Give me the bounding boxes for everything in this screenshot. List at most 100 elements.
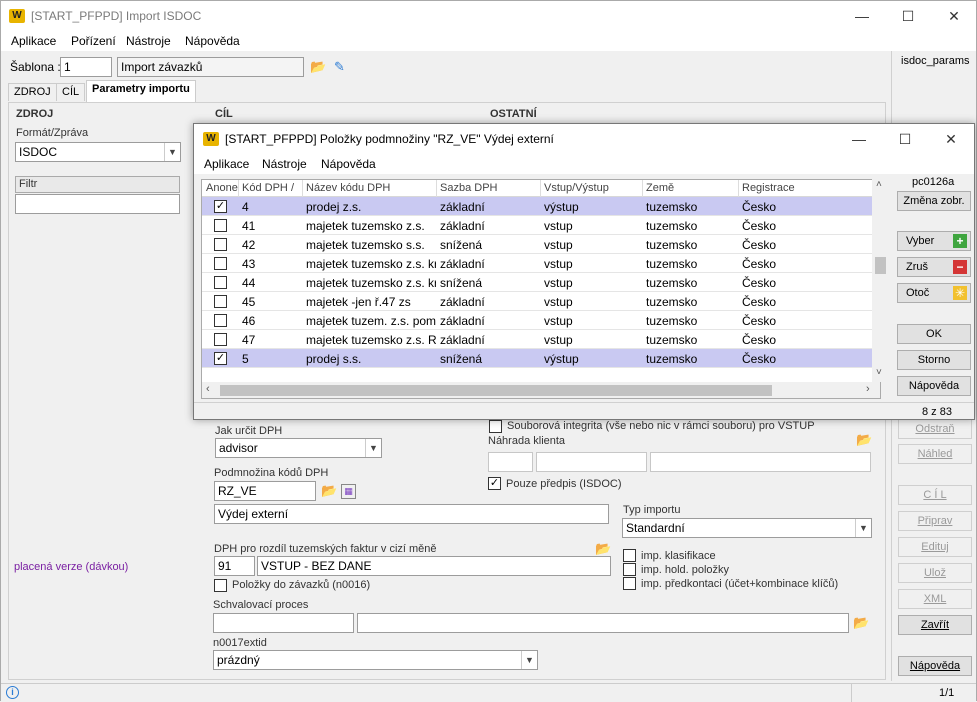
dialog-close-button[interactable]: ✕: [928, 124, 974, 154]
tab-cil[interactable]: CÍL: [56, 83, 86, 101]
tab-parametry-importu[interactable]: Parametry importu: [86, 80, 196, 102]
select-all-button[interactable]: Vyber +: [897, 231, 971, 251]
prepare-button[interactable]: Připrav: [898, 511, 972, 531]
extid-select[interactable]: prázdný ▼: [213, 650, 538, 670]
open-folder-icon[interactable]: 📂: [853, 616, 869, 629]
help-button[interactable]: Nápověda: [898, 656, 972, 676]
edit-pencil-icon[interactable]: ✎: [334, 59, 345, 75]
foreign-dph-name-input[interactable]: VSTUP - BEZ DANE: [257, 556, 611, 576]
approval-input-1[interactable]: [213, 613, 354, 633]
open-folder-icon[interactable]: 📂: [595, 542, 611, 555]
xml-button[interactable]: XML: [898, 589, 972, 609]
vertical-scroll-thumb[interactable]: [875, 257, 886, 274]
row-checkbox[interactable]: ✓: [214, 200, 227, 213]
template-number-input[interactable]: 1: [60, 57, 112, 77]
chevron-down-icon[interactable]: ▼: [521, 651, 537, 669]
dialog-maximize-button[interactable]: ☐: [882, 124, 928, 154]
horizontal-scroll-thumb[interactable]: [220, 385, 772, 396]
row-checkbox[interactable]: [214, 238, 227, 251]
client-replace-input-1[interactable]: [488, 452, 533, 472]
client-replace-input-3[interactable]: [650, 452, 871, 472]
table-row[interactable]: 43 majetek tuzemsko z.s. kráceně základní v…: [202, 254, 872, 273]
dialog-menu-nastroje[interactable]: Nástroje: [262, 157, 307, 171]
close-form-button[interactable]: Zavřít: [898, 615, 972, 635]
invert-selection-button[interactable]: Otoč ✳: [897, 283, 971, 303]
row-checkbox[interactable]: [214, 257, 227, 270]
table-row[interactable]: 41 majetek tuzemsko z.s. základní vstup tuze…: [202, 216, 872, 235]
import-type-select[interactable]: Standardní ▼: [622, 518, 872, 538]
chevron-down-icon[interactable]: ▼: [164, 143, 180, 161]
menu-aplikace[interactable]: Aplikace: [11, 34, 56, 48]
imp-klasifikace-checkbox[interactable]: [623, 549, 636, 562]
scroll-down-icon[interactable]: ˅: [876, 367, 882, 378]
table-row[interactable]: 44 majetek tuzemsko z.s. kráceně snížená vs…: [202, 273, 872, 292]
table-row[interactable]: 45 majetek -jen ř.47 zs základní vstup tuzem…: [202, 292, 872, 311]
chevron-down-icon[interactable]: ▼: [855, 519, 871, 537]
menu-nastroje[interactable]: Nástroje: [126, 34, 171, 48]
col-anone[interactable]: Anone: [206, 182, 238, 194]
col-kod-dph[interactable]: Kód DPH: [242, 182, 288, 194]
deselect-all-button[interactable]: Zruš −: [897, 257, 971, 277]
col-nazev[interactable]: Název kódu DPH: [306, 182, 390, 194]
table-row[interactable]: 42 majetek tuzemsko s.s. snížená vstup tuzem…: [202, 235, 872, 254]
client-replace-input-2[interactable]: [536, 452, 647, 472]
open-folder-icon[interactable]: 📂: [856, 433, 872, 446]
menu-porizeni[interactable]: Pořízení: [71, 34, 116, 48]
close-button[interactable]: ✕: [931, 1, 977, 31]
template-name-input[interactable]: Import závazků: [117, 57, 304, 77]
row-checkbox[interactable]: ✓: [214, 352, 227, 365]
foreign-dph-code-input[interactable]: 91: [214, 556, 255, 576]
edit-button[interactable]: Edituj: [898, 537, 972, 557]
dph-subset-name-input[interactable]: Výdej externí: [214, 504, 609, 524]
col-registrace[interactable]: Registrace: [742, 182, 795, 194]
scroll-right-icon[interactable]: ›: [866, 383, 870, 395]
target-button[interactable]: C Í L: [898, 485, 972, 505]
cell-rate: základní: [440, 333, 485, 347]
row-checkbox[interactable]: [214, 314, 227, 327]
row-checkbox[interactable]: [214, 276, 227, 289]
table-row[interactable]: 46 majetek tuzem. z.s. pomě základní vstup t…: [202, 311, 872, 330]
menu-napoveda[interactable]: Nápověda: [185, 34, 240, 48]
dph-subset-code-input[interactable]: RZ_VE: [214, 481, 316, 501]
dialog-minimize-button[interactable]: —: [836, 124, 882, 154]
grid-palette-icon[interactable]: ▦: [341, 484, 356, 499]
storno-button[interactable]: Storno: [897, 350, 971, 370]
integrity-checkbox[interactable]: [489, 420, 502, 433]
ok-button[interactable]: OK: [897, 324, 971, 344]
dph-method-select[interactable]: advisor ▼: [215, 438, 382, 458]
vertical-scrollbar[interactable]: ˄ ˅: [872, 179, 889, 382]
imp-hold-polozky-checkbox[interactable]: [623, 563, 636, 576]
col-zeme[interactable]: Země: [646, 182, 674, 194]
preview-button[interactable]: Náhled: [898, 444, 972, 464]
table-row[interactable]: ✓ 5 prodej s.s. snížená výstup tuzemsko Česko: [202, 349, 872, 368]
table-row[interactable]: ✓ 4 prodej z.s. základní výstup tuzemsko Česko: [202, 197, 872, 216]
dialog-help-button[interactable]: Nápověda: [897, 376, 971, 396]
scroll-up-icon[interactable]: ˄: [876, 179, 882, 190]
dialog-menu-napoveda[interactable]: Nápověda: [321, 157, 376, 171]
items-to-invoices-checkbox[interactable]: [214, 579, 227, 592]
row-checkbox[interactable]: [214, 219, 227, 232]
dialog-menu-aplikace[interactable]: Aplikace: [204, 157, 249, 171]
minimize-button[interactable]: —: [839, 1, 885, 31]
open-folder-icon[interactable]: 📂: [310, 60, 326, 73]
approval-input-2[interactable]: [357, 613, 849, 633]
maximize-button[interactable]: ☐: [885, 1, 931, 31]
change-view-button[interactable]: Změna zobr.: [897, 191, 971, 211]
prescription-only-checkbox[interactable]: ✓: [488, 477, 501, 490]
plus-icon: +: [953, 234, 967, 248]
filter-input[interactable]: [15, 194, 180, 214]
format-select[interactable]: ISDOC ▼: [15, 142, 181, 162]
col-vstup-vystup[interactable]: Vstup/Výstup: [544, 182, 609, 194]
row-checkbox[interactable]: [214, 333, 227, 346]
scroll-left-icon[interactable]: ‹: [206, 383, 210, 395]
remove-button[interactable]: Odstraň: [898, 419, 972, 439]
open-folder-icon[interactable]: 📂: [321, 484, 337, 497]
chevron-down-icon[interactable]: ▼: [365, 439, 381, 457]
horizontal-scrollbar[interactable]: ‹ ›: [202, 382, 880, 398]
table-row[interactable]: 47 majetek tuzemsko z.s. Rz základní vstup t…: [202, 330, 872, 349]
save-button[interactable]: Ulož: [898, 563, 972, 583]
row-checkbox[interactable]: [214, 295, 227, 308]
imp-predkontaci-checkbox[interactable]: [623, 577, 636, 590]
col-sazba[interactable]: Sazba DPH: [440, 182, 497, 194]
tab-zdroj[interactable]: ZDROJ: [8, 83, 57, 101]
